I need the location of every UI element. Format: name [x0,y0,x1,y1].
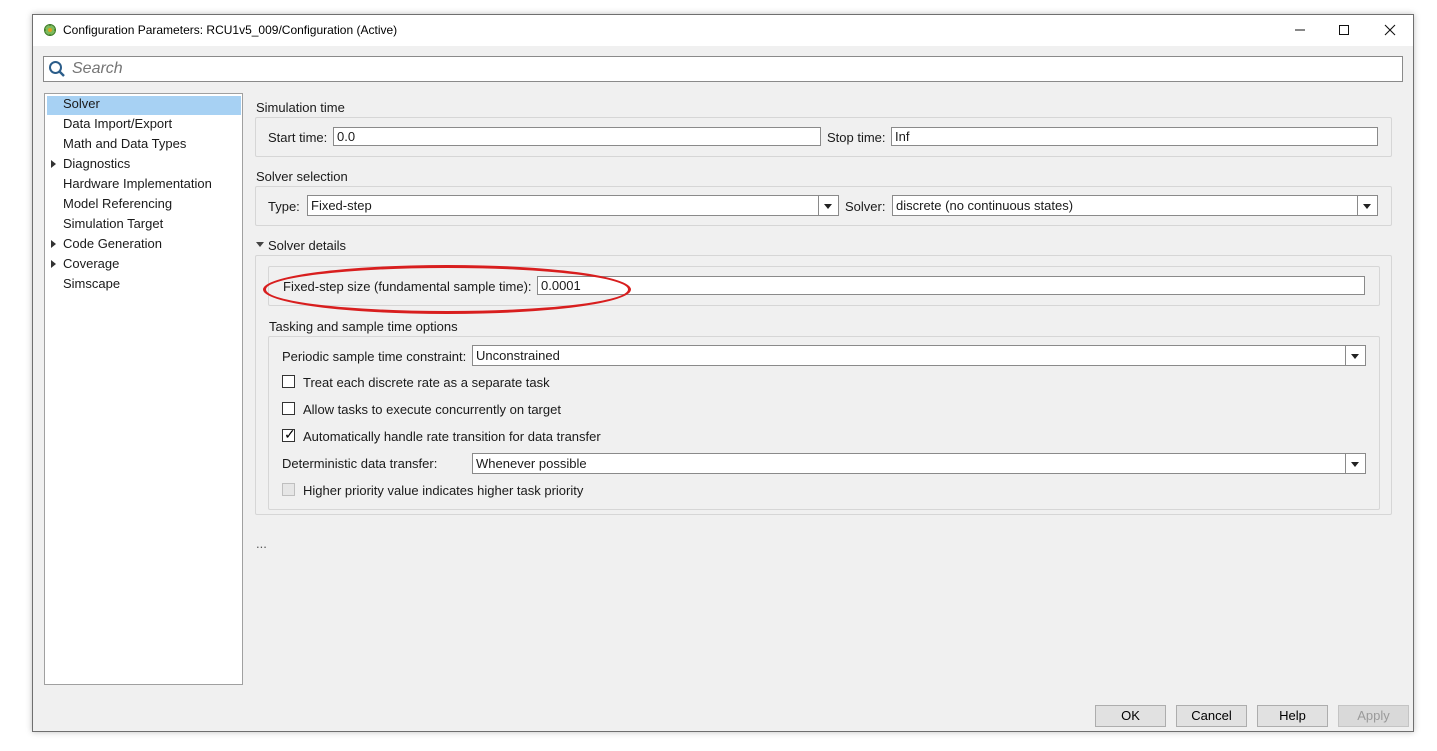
solver-details-heading[interactable]: Solver details [268,238,346,253]
tree-item-diagnostics[interactable]: Diagnostics [45,154,242,174]
tasking-heading: Tasking and sample time options [269,319,458,334]
solver-type-value: Fixed-step [311,198,372,213]
tree-item-label: Diagnostics [63,156,131,171]
tree-item-code-generation[interactable]: Code Generation [45,234,242,254]
solver-type-dropdown[interactable]: Fixed-step [307,195,839,216]
close-button[interactable] [1367,15,1413,46]
tree-item-simscape[interactable]: Simscape [45,274,242,294]
fixed-step-size-field[interactable]: 0.0001 [537,276,1365,295]
simulation-time-heading: Simulation time [256,100,345,115]
tree-item-simulation-target[interactable]: Simulation Target [45,214,242,234]
tree-item-solver[interactable]: Solver [45,94,242,114]
chevron-down-icon[interactable] [1357,196,1377,215]
apply-button: Apply [1338,705,1409,727]
title-bar: Configuration Parameters: RCU1v5_009/Con… [33,15,1413,46]
solver-dropdown[interactable]: discrete (no continuous states) [892,195,1378,216]
config-parameters-window: Configuration Parameters: RCU1v5_009/Con… [32,14,1414,732]
tree-item-hardware-implementation[interactable]: Hardware Implementation [45,174,242,194]
solver-type-label: Type: [268,199,300,214]
start-time-label: Start time: [268,130,328,145]
collapse-arrow-icon[interactable] [256,242,264,247]
start-time-field[interactable]: 0.0 [333,127,821,146]
expand-arrow-icon[interactable] [51,260,56,268]
concurrent-tasks-label: Allow tasks to execute concurrently on t… [303,402,561,417]
check-icon: ✓ [284,426,296,442]
tree-item-model-referencing[interactable]: Model Referencing [45,194,242,214]
tree-item-math-and-data-types[interactable]: Math and Data Types [45,134,242,154]
more-indicator: ... [256,536,267,551]
tree-item-label: Hardware Implementation [63,176,212,191]
separate-task-checkbox[interactable] [282,375,295,388]
minimize-button[interactable] [1277,15,1323,46]
stop-time-label: Stop time: [827,130,886,145]
periodic-constraint-value: Unconstrained [476,348,560,363]
deterministic-transfer-label: Deterministic data transfer: [282,456,438,471]
solver-selection-group: Type: Fixed-step Solver: discrete (no co… [255,186,1392,226]
rate-transition-label: Automatically handle rate transition for… [303,429,601,444]
expand-arrow-icon[interactable] [51,240,56,248]
solver-label: Solver: [845,199,886,214]
category-tree: Solver Data Import/Export Math and Data … [44,93,243,685]
maximize-icon [1338,23,1350,39]
close-icon [1384,23,1396,39]
search-input[interactable] [70,58,1394,80]
simulation-time-group: Start time: 0.0 Stop time: Inf [255,117,1392,157]
maximize-button[interactable] [1321,15,1367,46]
tree-item-label: Model Referencing [63,196,173,211]
tree-item-label: Data Import/Export [63,116,173,131]
search-icon [48,60,66,81]
minimize-icon [1294,23,1306,39]
simulink-app-icon [43,23,57,37]
expand-arrow-icon[interactable] [51,160,56,168]
tree-item-label: Simscape [63,276,121,291]
tree-item-label: Simulation Target [63,216,164,231]
periodic-constraint-label: Periodic sample time constraint: [282,349,467,364]
chevron-down-icon[interactable] [818,196,838,215]
solver-selection-heading: Solver selection [256,169,348,184]
separate-task-label: Treat each discrete rate as a separate t… [303,375,550,390]
solver-value: discrete (no continuous states) [896,198,1074,213]
solver-pane: Simulation time Start time: 0.0 Stop tim… [253,93,1403,693]
red-highlight-ellipse [263,265,631,314]
deterministic-transfer-dropdown[interactable]: Whenever possible [472,453,1366,474]
tree-item-label: Coverage [63,256,120,271]
cancel-button[interactable]: Cancel [1176,705,1247,727]
window-title: Configuration Parameters: RCU1v5_009/Con… [63,23,398,37]
tree-item-label: Math and Data Types [63,136,187,151]
tree-item-label: Solver [63,96,100,111]
priority-label: Higher priority value indicates higher t… [303,483,584,498]
rate-transition-checkbox[interactable]: ✓ [282,426,296,442]
chevron-down-icon[interactable] [1345,346,1365,365]
deterministic-transfer-value: Whenever possible [476,456,587,471]
chevron-down-icon[interactable] [1345,454,1365,473]
ok-button[interactable]: OK [1095,705,1166,727]
concurrent-tasks-checkbox[interactable] [282,402,295,415]
tree-item-data-import-export[interactable]: Data Import/Export [45,114,242,134]
search-box[interactable] [43,56,1403,82]
tree-item-coverage[interactable]: Coverage [45,254,242,274]
periodic-constraint-dropdown[interactable]: Unconstrained [472,345,1366,366]
help-button[interactable]: Help [1257,705,1328,727]
priority-checkbox [282,483,295,496]
tasking-group: Periodic sample time constraint: Unconst… [268,336,1380,510]
tree-item-label: Code Generation [63,236,163,251]
stop-time-field[interactable]: Inf [891,127,1378,146]
